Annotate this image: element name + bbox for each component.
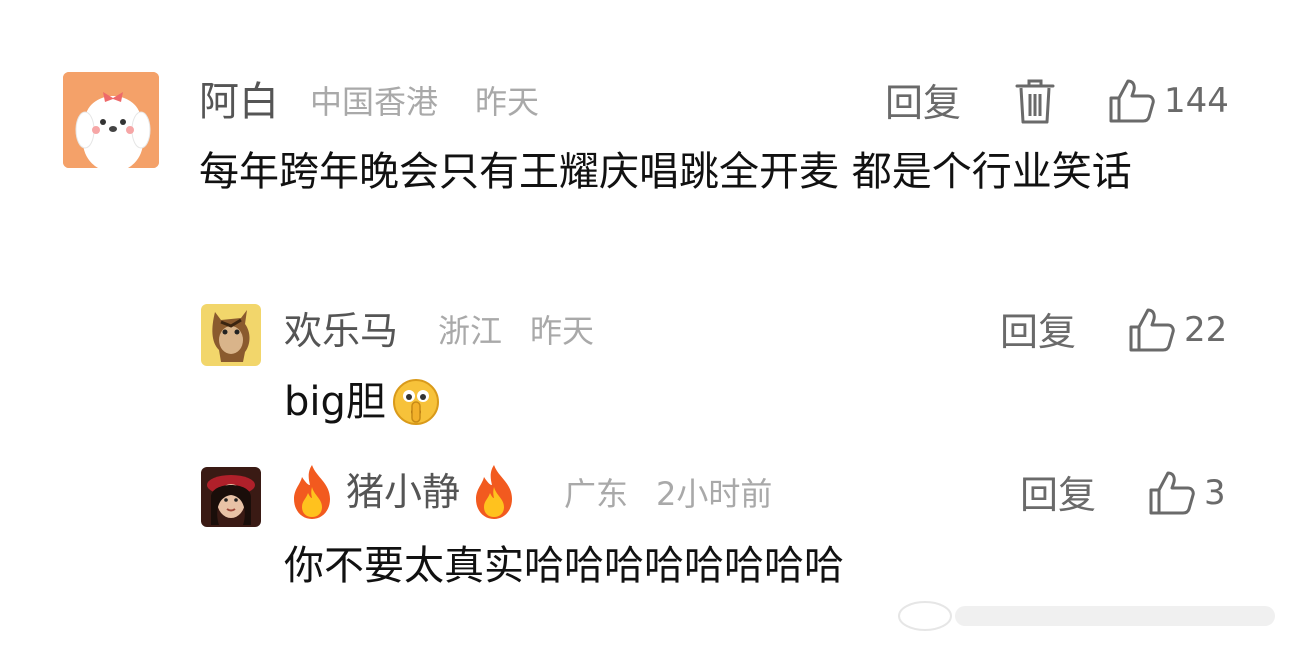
shushing-face-icon xyxy=(392,379,439,425)
thumbs-up-icon xyxy=(1109,79,1155,123)
trash-icon[interactable] xyxy=(1014,76,1056,130)
avatar[interactable] xyxy=(201,467,261,527)
username[interactable]: 阿白 xyxy=(199,82,279,122)
avatar-dog-image xyxy=(63,72,159,168)
avatar-girl-image xyxy=(201,467,261,527)
thumbs-up-icon xyxy=(1129,308,1175,352)
comment-text: 每年跨年晚会只有王耀庆唱跳全开麦 都是个行业笑话 xyxy=(199,149,1132,195)
location: 中国香港 xyxy=(310,83,439,121)
like-button[interactable]: 3 xyxy=(1148,470,1226,516)
username[interactable]: 欢乐马 xyxy=(284,312,398,350)
comment-text: big胆 xyxy=(284,366,442,438)
comment-text-content: big胆 xyxy=(284,379,386,425)
like-count: 22 xyxy=(1184,310,1228,350)
avatar[interactable] xyxy=(63,72,159,168)
timestamp: 昨天 xyxy=(475,83,540,121)
like-button[interactable]: 22 xyxy=(1128,307,1227,353)
comment-text: 你不要太真实哈哈哈哈哈哈哈哈 xyxy=(284,543,844,589)
username[interactable]: 猪小静 xyxy=(346,473,460,511)
reply-button[interactable]: 回复 xyxy=(885,84,961,122)
watermark xyxy=(895,596,1285,640)
username-wrapper[interactable]: 猪小静 xyxy=(286,463,520,521)
timestamp: 2小时前 xyxy=(656,475,773,513)
fire-icon xyxy=(476,465,513,519)
like-button[interactable]: 144 xyxy=(1108,78,1229,124)
like-count: 144 xyxy=(1164,81,1229,121)
reply-button[interactable]: 回复 xyxy=(1000,313,1076,351)
like-count: 3 xyxy=(1204,473,1226,513)
location: 浙江 xyxy=(438,312,503,350)
thumbs-up-icon xyxy=(1149,471,1195,515)
avatar[interactable] xyxy=(201,304,261,366)
fire-icon xyxy=(294,465,330,519)
reply-button[interactable]: 回复 xyxy=(1020,476,1096,514)
location: 广东 xyxy=(564,475,629,513)
avatar-horse-image xyxy=(201,304,261,366)
timestamp: 昨天 xyxy=(530,312,595,350)
